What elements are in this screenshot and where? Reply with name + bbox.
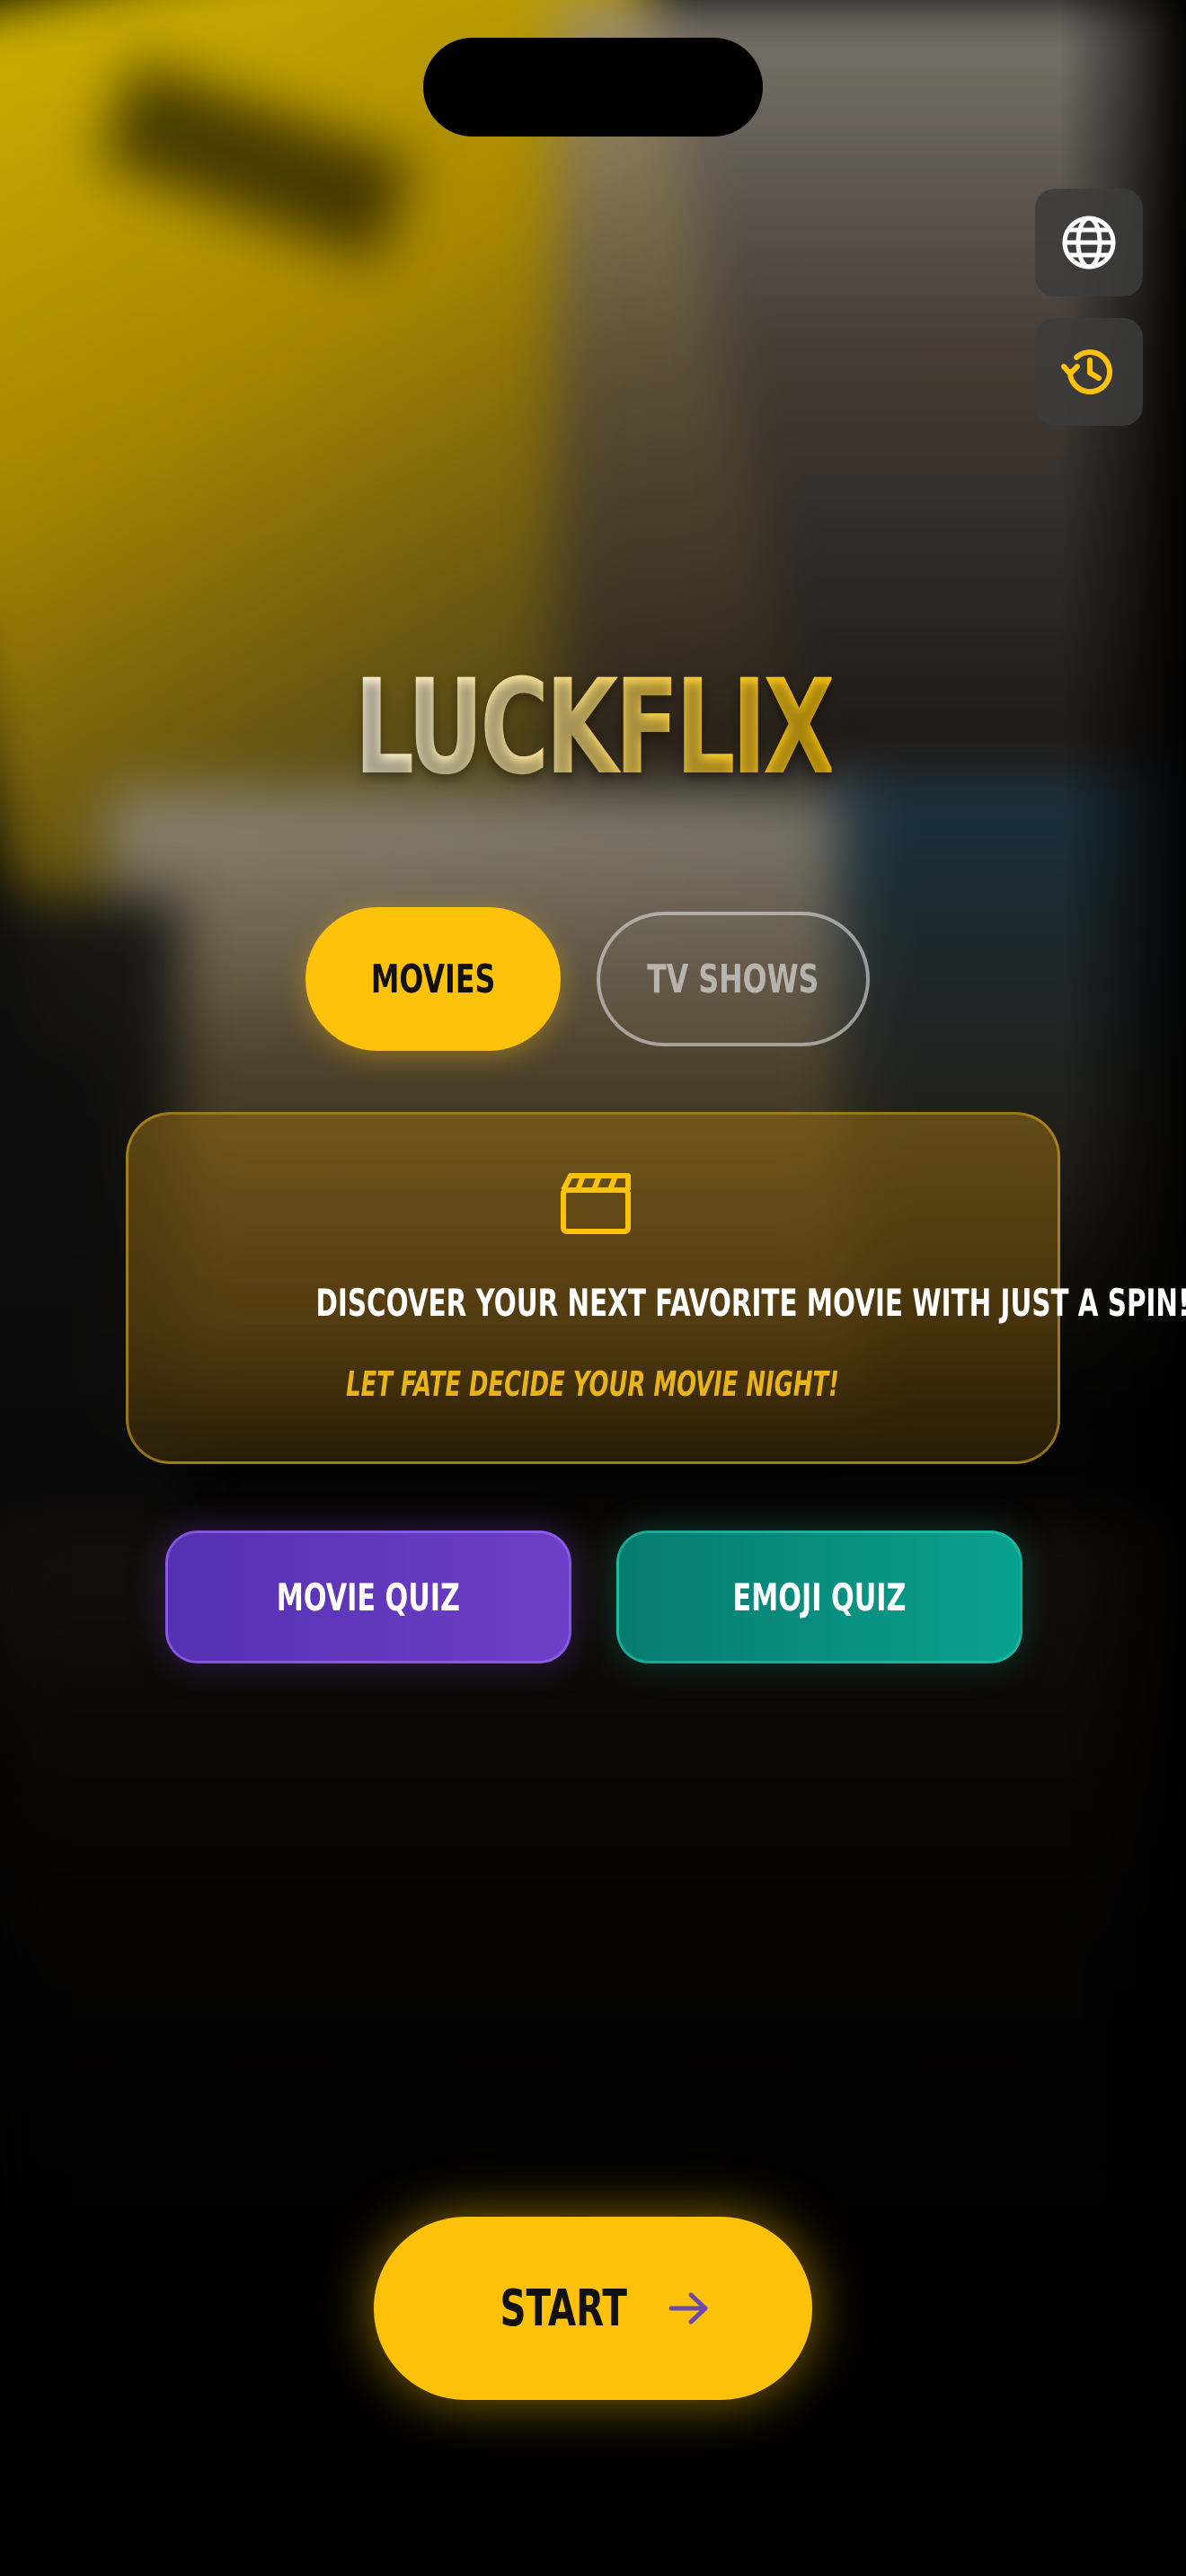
history-icon [1061, 349, 1112, 395]
language-button[interactable] [1035, 189, 1143, 296]
tab-tv-shows[interactable]: TV SHOWS [597, 912, 870, 1046]
app-logo: LUCKFLIX [354, 651, 836, 804]
clapperboard-icon [561, 1173, 631, 1234]
info-card: DISCOVER YOUR NEXT FAVORITE MOVIE WITH J… [126, 1112, 1186, 1464]
emoji-quiz-label: EMOJI QUIZ [732, 1575, 907, 1619]
start-button[interactable]: START [374, 2217, 812, 2400]
start-label: START [500, 2279, 627, 2338]
emoji-quiz-button[interactable]: EMOJI QUIZ [616, 1531, 1022, 1663]
movie-quiz-button[interactable]: MOVIE QUIZ [165, 1531, 571, 1663]
info-headline: DISCOVER YOUR NEXT FAVORITE MOVIE WITH J… [315, 1281, 1186, 1325]
globe-icon [1062, 216, 1116, 269]
tab-movies-label: MOVIES [370, 956, 496, 1002]
movie-quiz-label: MOVIE QUIZ [276, 1575, 461, 1619]
arrow-right-icon [668, 2292, 708, 2325]
tab-tv-shows-label: TV SHOWS [647, 956, 819, 1002]
history-button[interactable] [1035, 318, 1143, 426]
dynamic-island [423, 38, 763, 137]
info-subline: LET FATE DECIDE YOUR MOVIE NIGHT! [346, 1364, 840, 1404]
tab-movies[interactable]: MOVIES [305, 907, 561, 1051]
